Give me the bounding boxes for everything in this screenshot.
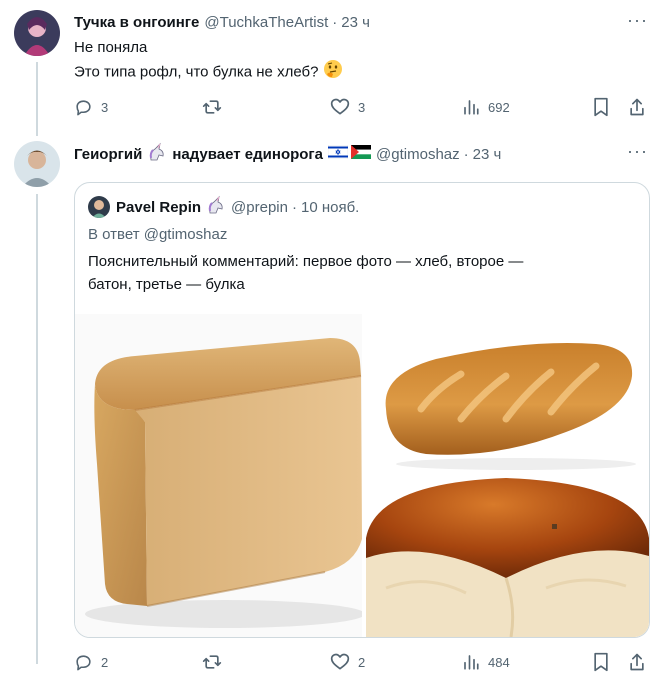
quote-text-line: Пояснительный комментарий: первое фото —… [88,253,524,270]
views-count: 692 [488,99,510,115]
quoted-tweet[interactable]: Pavel Repin @prepin · 10 нояб. В ответ @… [74,182,650,638]
tweet-text-line: Не поняла [74,39,148,56]
separator-dot: · [291,198,297,216]
bookmark-icon [594,97,608,117]
quote-text: Пояснительный комментарий: первое фото —… [88,250,523,296]
bookmark-icon [594,652,608,672]
tweet-actions: 2 2 484 [74,651,648,673]
tweet-text: Не поняла Это типа рофл, что булка не хл… [74,37,343,86]
retweet-icon [202,100,222,114]
share-icon [630,98,644,116]
reply-button[interactable]: 2 [74,651,108,673]
tweet-header: Тучка в онгоинге @TuchkaTheArtist · 23 ч [74,11,370,33]
unicorn-icon [206,195,226,219]
heart-icon [330,653,350,670]
avatar[interactable] [14,10,60,56]
reply-count: 3 [101,99,109,115]
thinking-face-icon [323,59,343,86]
tweet-actions: 3 3 692 [74,96,648,118]
like-button[interactable]: 3 [330,96,365,118]
views-icon [464,655,479,670]
reply-context[interactable]: В ответ @gtimoshaz [88,224,227,246]
handle[interactable]: @TuchkaTheArtist [204,14,328,31]
tweet-text-line: Это типа рофл, что булка не хлеб? [74,63,319,81]
views-icon [464,100,479,115]
retweet-icon [202,655,222,669]
separator-dot: · [332,13,338,31]
display-name[interactable]: Тучка в онгоинге [74,14,199,31]
retweet-button[interactable] [202,96,222,118]
views-button[interactable]: 692 [462,96,510,118]
photo-baton[interactable] [366,314,649,474]
quote-text-line: батон, третье — булка [88,276,245,293]
share-icon [630,653,644,671]
tweet-header: Геиоргий надувает единорога @gtimoshaz ·… [74,142,502,166]
reply-count: 2 [101,654,109,670]
display-name[interactable]: Геиоргий [74,146,142,163]
like-count: 3 [358,99,366,115]
unicorn-icon [147,142,167,166]
more-icon[interactable]: ··· [627,10,648,31]
photo-bun[interactable] [366,478,649,637]
israel-flag-icon [327,144,349,163]
views-count: 484 [488,654,510,670]
reply-icon [76,654,91,670]
quote-handle[interactable]: @prepin [231,199,288,216]
thread-line [36,62,38,136]
timestamp[interactable]: 23 ч [341,14,370,31]
thread-line [36,194,38,664]
quote-timestamp[interactable]: 10 нояб. [301,199,359,216]
palestine-flag-icon [351,145,372,163]
quote-header: Pavel Repin @prepin · 10 нояб. [88,195,359,219]
share-button[interactable] [628,96,646,118]
photo-bread-loaf[interactable] [75,314,365,637]
heart-icon [330,98,350,115]
more-icon[interactable]: ··· [627,141,648,162]
reply-icon [76,99,91,115]
quote-avatar[interactable] [88,196,110,218]
like-count: 2 [358,654,366,670]
separator-dot: · [463,145,469,163]
reply-button[interactable]: 3 [74,96,108,118]
bookmark-button[interactable] [592,651,610,673]
display-name-suffix[interactable]: надувает единорога [172,146,323,163]
avatar[interactable] [14,141,60,187]
views-button[interactable]: 484 [462,651,510,673]
like-button[interactable]: 2 [330,651,365,673]
bookmark-button[interactable] [592,96,610,118]
retweet-button[interactable] [202,651,222,673]
timestamp[interactable]: 23 ч [473,146,502,163]
quote-display-name[interactable]: Pavel Repin [116,199,201,216]
handle[interactable]: @gtimoshaz [376,146,460,163]
share-button[interactable] [628,651,646,673]
